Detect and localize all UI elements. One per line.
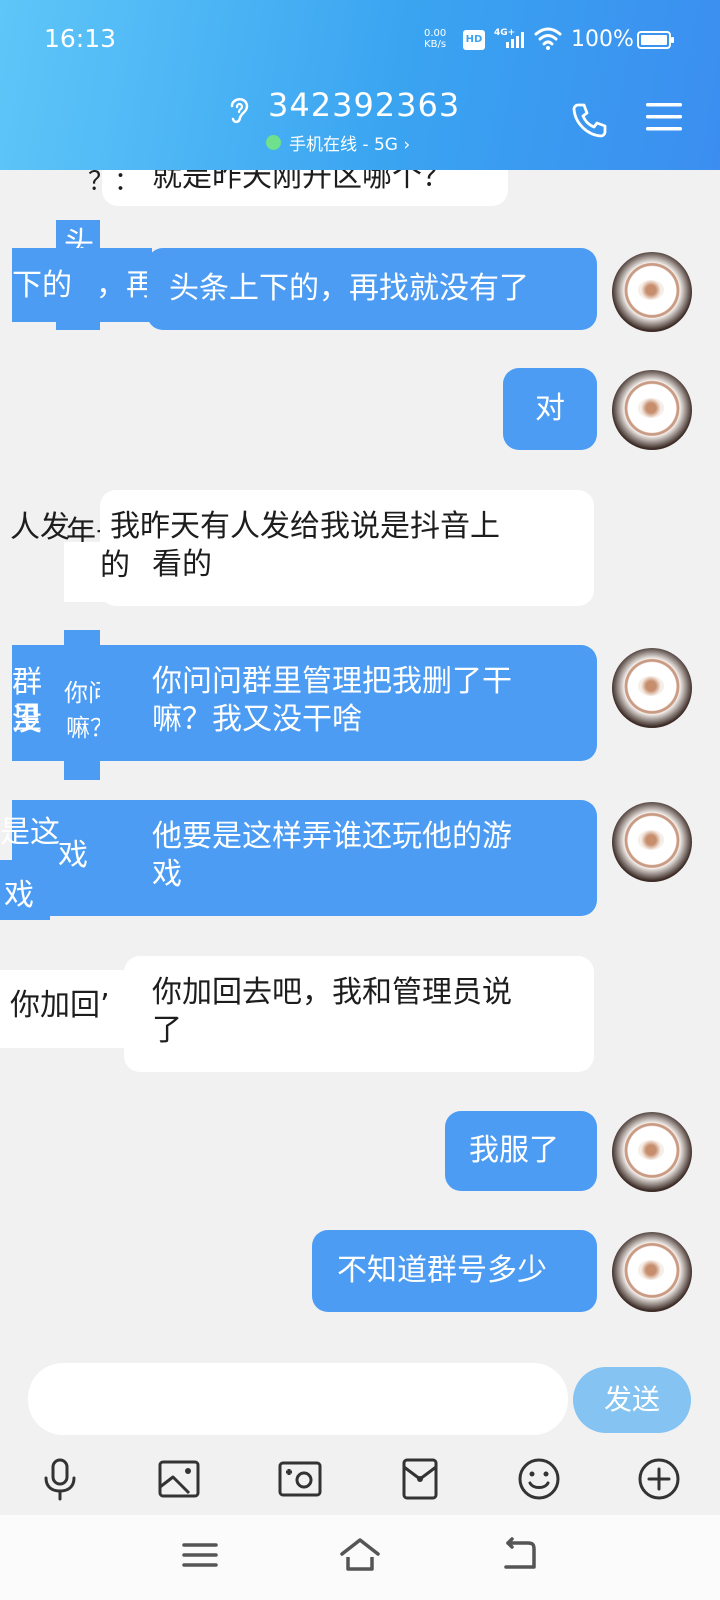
- message-bubble[interactable]: 对: [503, 368, 597, 450]
- glitch-fragment: 戏: [4, 878, 34, 913]
- send-button[interactable]: 发送: [573, 1367, 691, 1433]
- user-avatar[interactable]: [612, 802, 692, 882]
- battery-icon: [637, 31, 674, 49]
- glitch-fragment: 人发: [10, 510, 70, 545]
- plus-icon[interactable]: [635, 1455, 683, 1503]
- message-bubble[interactable]: 头条上下的，再找就没有了: [147, 248, 597, 330]
- network-speed-value: 0.00: [424, 28, 447, 39]
- message-text-line2: 戏: [152, 857, 182, 892]
- message-bubble[interactable]: 我昨天有人发给我说是抖音上 看的: [100, 490, 594, 606]
- signal-icon: 4G+: [494, 28, 524, 48]
- glitch-fragment: 戏: [58, 838, 88, 873]
- online-status-text: 手机在线 - 5G ›: [289, 135, 411, 155]
- message-list[interactable]: 就是昨天刚开区哪个？ ？： 头 头 下的 ，再 头条上下的，再找就没有了 对 人…: [0, 170, 720, 1345]
- microphone-icon[interactable]: [36, 1455, 84, 1503]
- message-bubble[interactable]: 你加回去吧，我和管理员说 了: [124, 956, 594, 1072]
- online-dot-icon: [266, 135, 281, 150]
- message-text: 不知道群号多少: [337, 1253, 547, 1288]
- status-time: 16:13: [44, 24, 117, 53]
- network-speed: 0.00 KB/s: [424, 28, 446, 50]
- message-text-line1: 你问问群里管理把我删了干: [152, 664, 512, 699]
- message-text-line1: 我昨天有人发给我说是抖音上: [110, 509, 500, 544]
- menu-icon[interactable]: [645, 100, 683, 134]
- red-packet-icon[interactable]: [396, 1455, 444, 1503]
- message-bubble[interactable]: 他要是这样弄谁还玩他的游 戏: [100, 800, 597, 916]
- input-area: 发送: [0, 1345, 720, 1515]
- battery-percent: 100%: [571, 27, 634, 52]
- message-text: 头条上下的，再找就没有了: [169, 271, 529, 306]
- nav-back-icon[interactable]: [498, 1535, 542, 1575]
- user-avatar[interactable]: [612, 1232, 692, 1312]
- glitch-fragment: 是这: [0, 815, 60, 850]
- message-text-line2: 看的: [152, 547, 212, 582]
- message-text-line2: 嘛？我又没干啥: [152, 702, 362, 737]
- phone-call-icon[interactable]: [570, 100, 610, 140]
- message-bubble[interactable]: 不知道群号多少: [312, 1230, 597, 1312]
- network-type-label: 4G+: [494, 28, 515, 38]
- message-bubble[interactable]: 你问问群里管理把我删了干 嘛？我又没干啥: [100, 645, 597, 761]
- contact-title[interactable]: 342392363: [268, 86, 460, 124]
- message-text: 对: [535, 391, 565, 426]
- hd-badge: HD: [463, 30, 485, 50]
- message-bubble[interactable]: 我服了: [445, 1111, 597, 1191]
- glitch-fragment: 的: [100, 548, 130, 583]
- system-navbar: [0, 1515, 720, 1600]
- network-speed-unit: KB/s: [424, 39, 447, 50]
- message-input[interactable]: [28, 1363, 568, 1435]
- message-bubble[interactable]: 就是昨天刚开区哪个？: [102, 170, 508, 206]
- nav-home-icon[interactable]: [338, 1535, 382, 1575]
- message-text-line1: 他要是这样弄谁还玩他的游: [152, 819, 512, 854]
- message-text: 我服了: [469, 1133, 559, 1168]
- user-avatar[interactable]: [612, 252, 692, 332]
- message-text-line1: 你加回去吧，我和管理员说: [152, 975, 512, 1010]
- glitch-fragment: 没: [12, 703, 42, 738]
- user-avatar[interactable]: [612, 1112, 692, 1192]
- message-text-line2: 了: [152, 1013, 182, 1048]
- chat-header: 16:13 0.00 KB/s HD 4G+ 100% 342392363 手机…: [0, 0, 720, 170]
- user-avatar[interactable]: [612, 370, 692, 450]
- glitch-fragment: 你加回’: [10, 988, 110, 1023]
- emoji-icon[interactable]: [515, 1455, 563, 1503]
- camera-icon[interactable]: [276, 1455, 324, 1503]
- glitch-fragment: 下的: [12, 268, 72, 303]
- wifi-icon: [534, 27, 562, 50]
- nav-menu-icon[interactable]: [178, 1535, 222, 1575]
- message-text: 就是昨天刚开区哪个？: [152, 170, 452, 194]
- online-status: 手机在线 - 5G ›: [266, 130, 410, 155]
- glitch-fragment: ？：: [88, 170, 141, 197]
- ear-icon[interactable]: [226, 94, 252, 126]
- user-avatar[interactable]: [612, 648, 692, 728]
- image-icon[interactable]: [155, 1455, 203, 1503]
